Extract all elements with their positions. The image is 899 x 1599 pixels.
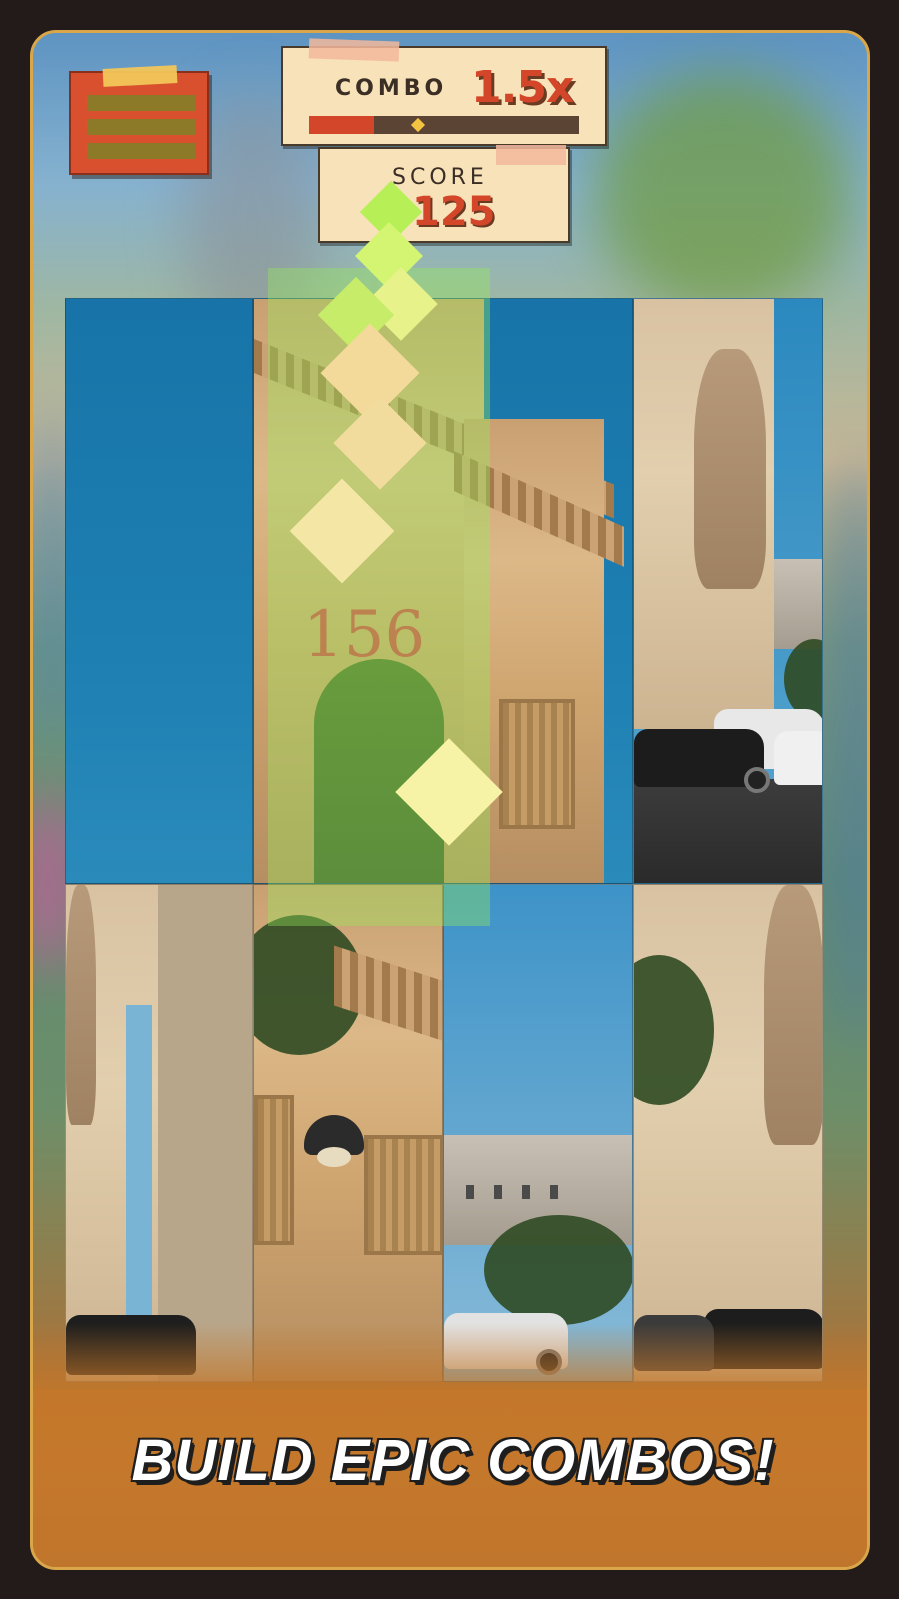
- banner-text: BUILD EPIC COMBOS!: [131, 1428, 775, 1493]
- score-panel: SCORE 125: [318, 145, 570, 243]
- sky-gap: [126, 1005, 152, 1325]
- puzzle-tile-lamp[interactable]: [253, 884, 443, 1382]
- combo-panel: COMBO 1.5x: [281, 38, 607, 146]
- window: [466, 1185, 474, 1199]
- score-label: SCORE: [392, 165, 488, 190]
- combo-marker-icon: [410, 117, 426, 133]
- banner-fade: [33, 1323, 867, 1393]
- promo-banner: BUILD EPIC COMBOS!: [33, 1389, 867, 1567]
- puzzle-tile-statue[interactable]: [633, 884, 823, 1382]
- game-frame: COMBO 1.5x SCORE 125 156 BUILD EPIC COMB…: [30, 30, 870, 1570]
- combo-progress-fill: [309, 116, 374, 134]
- background-blur-tree: [593, 73, 853, 313]
- tape-decoration: [102, 65, 178, 87]
- street-lamp-glow: [317, 1147, 351, 1167]
- ghost-score-text: 156: [303, 598, 426, 672]
- road: [634, 779, 822, 883]
- background-blur-right: [823, 453, 867, 1053]
- building: [774, 559, 822, 649]
- column: [158, 885, 252, 1381]
- statue-relief: [764, 885, 822, 1145]
- window: [550, 1185, 558, 1199]
- car-wheel: [744, 767, 770, 793]
- puzzle-tile-arch-right[interactable]: [633, 298, 823, 884]
- door-panel: [254, 1095, 294, 1245]
- arch-relief: [499, 699, 575, 829]
- tape-decoration: [308, 38, 400, 62]
- puzzle-tile-buildings[interactable]: [443, 884, 633, 1382]
- hamburger-menu-icon: [87, 95, 195, 111]
- combo-progress-bar: [309, 116, 579, 134]
- puzzle-grid: 156: [65, 180, 823, 1382]
- hamburger-menu-icon-bar: [87, 119, 195, 135]
- score-value: 125: [412, 189, 496, 235]
- arch-relief: [364, 1135, 442, 1255]
- statue-relief: [66, 885, 96, 1125]
- statue-relief: [694, 349, 766, 589]
- tree: [634, 955, 714, 1105]
- car-white: [774, 731, 822, 785]
- tape-decoration: [496, 145, 566, 165]
- arch-frieze: [334, 945, 442, 1045]
- puzzle-tile-sky[interactable]: [65, 298, 253, 884]
- combo-label: COMBO: [335, 76, 448, 101]
- tree: [484, 1215, 632, 1325]
- menu-button[interactable]: [69, 65, 209, 175]
- window: [494, 1185, 502, 1199]
- hamburger-menu-icon-bar: [87, 143, 195, 159]
- window: [522, 1185, 530, 1199]
- tree: [784, 639, 822, 719]
- puzzle-tile-column[interactable]: [65, 884, 253, 1382]
- combo-multiplier: 1.5x: [471, 62, 574, 113]
